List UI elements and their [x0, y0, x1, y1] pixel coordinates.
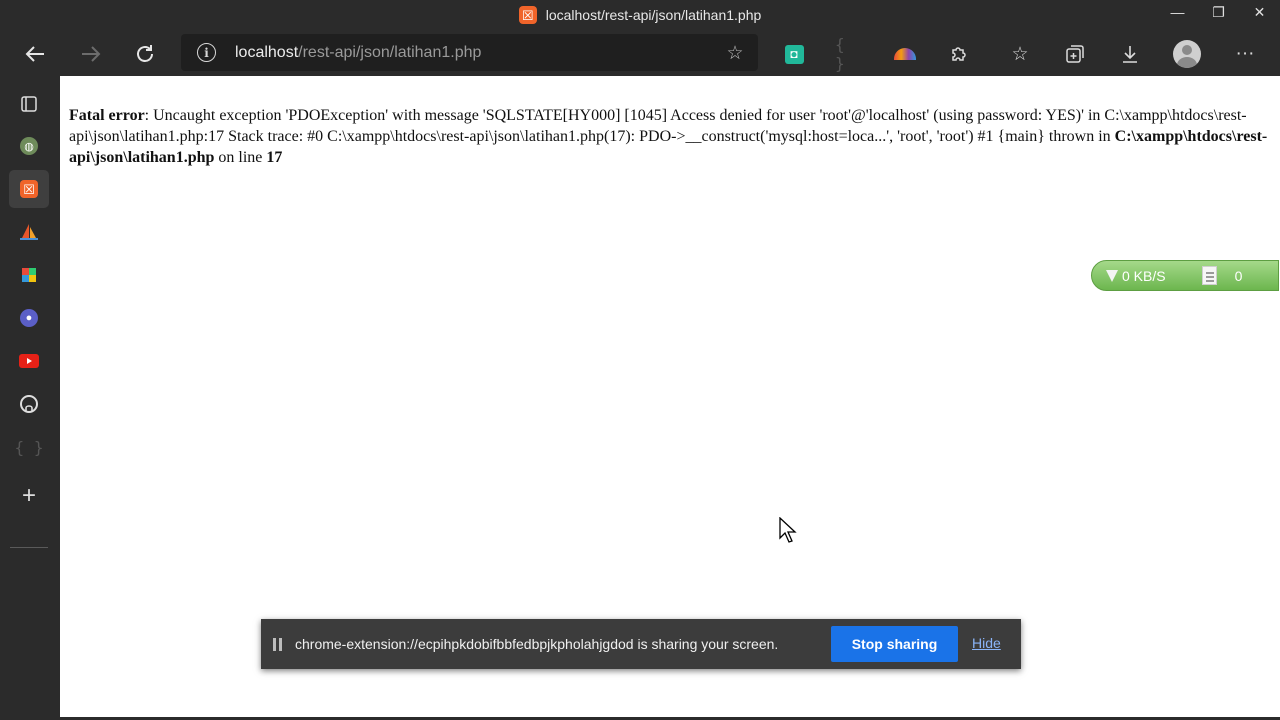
sidebar-item-sail-app[interactable]: [9, 213, 49, 251]
profile-button[interactable]: [1173, 40, 1201, 68]
youtube-icon: [19, 354, 39, 368]
forward-arrow-icon: [82, 46, 101, 62]
browser-toolbar: i localhost/rest-api/json/latihan1.php ☆…: [0, 31, 1280, 96]
sail-app-icon: [20, 224, 38, 240]
globe-site-icon: ◍: [20, 137, 38, 155]
refresh-icon: [137, 45, 153, 62]
restore-button[interactable]: ❐: [1198, 0, 1239, 24]
document-icon: [1201, 266, 1217, 285]
favorites-icon: ☆: [1011, 43, 1029, 65]
sidebar-item-braces-app[interactable]: { }: [9, 428, 49, 466]
error-line: 17: [266, 149, 283, 166]
sidebar: ◍ ☒ ● { } +: [0, 76, 60, 720]
speed-value: 0 KB/S: [1122, 267, 1166, 284]
url-path: /rest-api/json/latihan1.php: [298, 43, 482, 61]
minimize-button[interactable]: —: [1157, 0, 1198, 24]
extension-braces-icon: { }: [835, 35, 845, 73]
sidebar-divider: [10, 547, 48, 548]
sidebar-item-add[interactable]: +: [9, 477, 49, 515]
stop-sharing-button[interactable]: Stop sharing: [831, 626, 958, 662]
window-titlebar: ☒ localhost/rest-api/json/latihan1.php —…: [0, 0, 1280, 31]
downloads-icon: [1123, 46, 1137, 63]
php-error-message: Fatal error: Uncaught exception 'PDOExce…: [69, 105, 1274, 168]
sidebar-item-github[interactable]: [9, 385, 49, 423]
sidebar-item-chromium-app[interactable]: ●: [9, 299, 49, 337]
xampp-app-icon: ☒: [20, 180, 38, 198]
more-menu-button[interactable]: ···: [1231, 40, 1259, 68]
extensions-button[interactable]: [945, 40, 973, 68]
error-label: Fatal error: [69, 107, 145, 124]
sidebar-item-xampp[interactable]: ☒: [9, 170, 49, 208]
error-message: : Uncaught exception 'PDOException' with…: [69, 107, 1247, 145]
address-bar[interactable]: i localhost/rest-api/json/latihan1.php ☆: [181, 34, 758, 71]
error-on-line: on line: [214, 149, 267, 166]
more-menu-icon: ···: [1235, 43, 1255, 64]
info-icon[interactable]: i: [197, 43, 216, 62]
back-button[interactable]: [18, 37, 52, 71]
collections-icon: [1066, 45, 1084, 63]
extension-teal-icon: ◘: [784, 44, 804, 64]
url-host: localhost: [235, 43, 299, 61]
speed-widget[interactable]: 0 KB/S 0: [1091, 260, 1279, 291]
window-title: localhost/rest-api/json/latihan1.php: [545, 7, 762, 23]
sidebar-item-colorful-app[interactable]: [9, 256, 49, 294]
share-message: chrome-extension://ecpihpkdobifbbfedbpjk…: [295, 636, 779, 652]
speed-count: 0: [1234, 267, 1243, 284]
colorful-app-icon: [22, 268, 36, 282]
xampp-icon: ☒: [518, 6, 537, 24]
profile-avatar-icon: [1173, 40, 1201, 68]
sidebar-item-youtube[interactable]: [9, 342, 49, 380]
screen-share-bar: chrome-extension://ecpihpkdobifbbfedbpjk…: [261, 619, 1021, 669]
address-url[interactable]: localhost/rest-api/json/latihan1.php: [235, 44, 481, 62]
extension-rainbow-button[interactable]: [891, 40, 919, 68]
sidebar-item-globe-site[interactable]: ◍: [9, 127, 49, 165]
add-favorite-icon[interactable]: ☆: [724, 42, 746, 64]
drag-handle-icon[interactable]: [273, 637, 282, 651]
window-title-group: ☒ localhost/rest-api/json/latihan1.php: [0, 6, 1280, 24]
extension-teal-button[interactable]: ◘: [780, 40, 808, 68]
collections-button[interactable]: [1061, 40, 1089, 68]
downloads-button[interactable]: [1116, 40, 1144, 68]
mouse-cursor-icon: [779, 517, 797, 543]
hide-link[interactable]: Hide: [972, 635, 1001, 651]
chromium-app-icon: ●: [20, 309, 38, 327]
braces-app-icon: { }: [14, 437, 44, 457]
add-app-icon: +: [21, 482, 36, 509]
extension-braces-button[interactable]: { }: [835, 35, 863, 73]
favorites-button[interactable]: ☆: [1006, 40, 1034, 68]
close-button[interactable]: ✕: [1239, 0, 1280, 24]
download-arrow-icon: [1106, 269, 1118, 282]
github-icon: [20, 395, 38, 413]
forward-button[interactable]: [74, 37, 108, 71]
sidebar-item-tab-actions[interactable]: [9, 85, 49, 123]
extensions-puzzle-icon: [952, 47, 966, 61]
back-arrow-icon: [25, 46, 44, 62]
refresh-button[interactable]: [128, 37, 162, 71]
tab-actions-icon: [21, 96, 37, 112]
extension-rainbow-icon: [894, 48, 916, 60]
window-controls: — ❐ ✕: [1157, 0, 1280, 24]
